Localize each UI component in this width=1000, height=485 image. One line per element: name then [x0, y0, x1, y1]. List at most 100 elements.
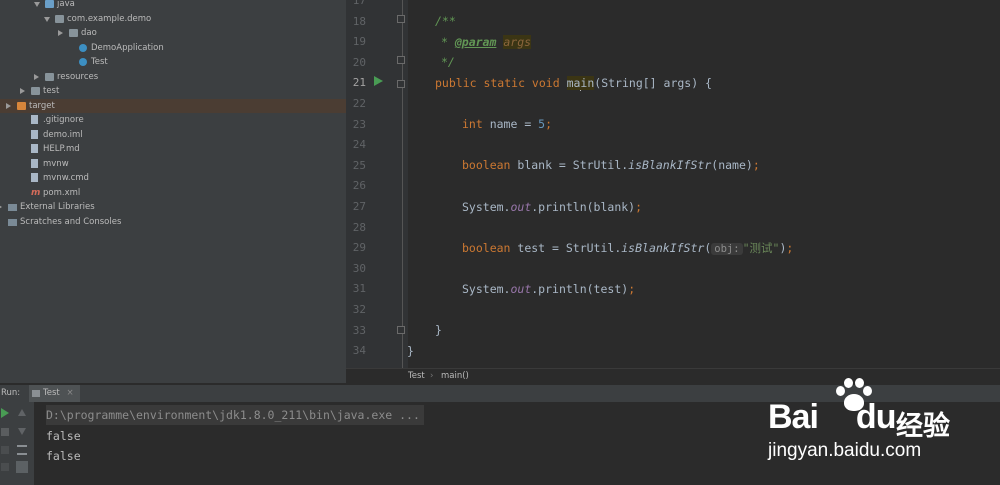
tree-item-external-libraries[interactable]: External Libraries [0, 200, 346, 214]
lib-icon [8, 218, 17, 226]
line-number: 33 [352, 323, 366, 337]
line-number: 22 [352, 97, 366, 110]
chevron-right-icon[interactable] [6, 102, 11, 109]
watermark-url: jingyan.baidu.com [768, 440, 922, 461]
line-number: 26 [352, 179, 366, 193]
line-number: 25 [352, 158, 366, 172]
tree-item-pom-xml[interactable]: m pom.xml [0, 186, 346, 200]
fold-marker-method-start[interactable] [397, 80, 405, 88]
cls-icon [79, 58, 87, 66]
file-icon [31, 173, 38, 182]
code-line-27: System.out.println(blank); [462, 200, 643, 214]
tree-item-label: demo.iml [43, 129, 83, 140]
line-number: 29 [352, 241, 366, 255]
scroll-to-end-icon[interactable] [16, 461, 28, 473]
mvn-icon: m [31, 187, 41, 198]
tree-item-resources[interactable]: resources [0, 70, 346, 84]
code-line-20: */ [441, 55, 455, 69]
tree-item-label: mvnw.cmd [43, 173, 89, 183]
code-line-34: } [407, 344, 414, 358]
chevron-right-icon[interactable] [0, 204, 2, 210]
file-icon [31, 129, 38, 139]
breadcrumb-separator-icon: › [430, 371, 434, 381]
console-line: false [46, 429, 81, 443]
tree-item-label: pom.xml [43, 187, 81, 198]
project-tree: java com.example.demo dao DemoApplication Te… [0, 0, 346, 383]
tree-item-java[interactable]: java [0, 0, 346, 11]
fold-marker-doc-start[interactable] [397, 15, 405, 23]
folder-icon [31, 87, 40, 95]
breadcrumb-class[interactable]: Test [408, 369, 425, 384]
tree-item-label: DemoApplication [91, 42, 164, 53]
pkg-icon [55, 14, 64, 23]
tree-item-com-example-demo[interactable]: com.example.demo [0, 12, 346, 26]
line-number: 17 [352, 0, 366, 7]
close-icon[interactable]: × [66, 388, 73, 398]
breadcrumb-method[interactable]: main() [441, 369, 469, 384]
tree-item-label: .gitignore [43, 115, 84, 125]
tree-item-label: External Libraries [20, 202, 95, 212]
baidu-jingyan-watermark: Bai du 经验 jingyan.baidu.com [768, 376, 1000, 485]
line-number: 30 [352, 261, 366, 275]
run-panel-label: Run: [1, 388, 21, 398]
run-config-icon [32, 390, 40, 397]
run-tab-test[interactable]: Test × [29, 385, 80, 402]
line-number: 27 [352, 200, 366, 213]
file-icon [31, 144, 38, 153]
line-number: 24 [352, 138, 366, 152]
tree-item-label: dao [81, 28, 97, 38]
code-line-25: boolean blank = StrUtil.isBlankIfStr(nam… [462, 158, 760, 172]
code-line-33: } [435, 323, 442, 337]
tree-item-label: test [43, 86, 60, 96]
folder-orange-icon [17, 101, 26, 110]
tree-item-help-md[interactable]: HELP.md [0, 142, 346, 156]
code-editor[interactable]: /** * @param args */ public static void … [407, 0, 1000, 368]
lib-icon [8, 204, 17, 211]
tree-item-demoapplication[interactable]: DemoApplication [0, 41, 346, 55]
tree-item-target[interactable]: target [0, 98, 346, 113]
arrow-up-icon[interactable] [18, 409, 26, 416]
tree-item-label: resources [57, 71, 99, 82]
code-line-31: System.out.println(test); [462, 282, 636, 296]
soft-wrap-icon[interactable] [17, 445, 27, 455]
line-number: 34 [352, 344, 366, 358]
restore-layout-icon[interactable] [1, 463, 9, 471]
tree-item-gitignore[interactable]: .gitignore [0, 113, 346, 127]
pkg-icon [69, 29, 78, 37]
file-icon [31, 158, 38, 168]
console-command-line: D:\programme\environment\jdk1.8.0_211\bi… [46, 405, 424, 425]
file-icon [31, 115, 38, 124]
code-line-18: /** [435, 14, 456, 28]
tree-item-scratches-and-consoles[interactable]: Scratches and Consoles [0, 215, 346, 229]
line-number: 18 [352, 14, 366, 28]
code-line-23: int name = 5; [462, 117, 553, 131]
tree-item-label: java [57, 0, 75, 9]
chevron-right-icon[interactable] [20, 88, 25, 94]
stop-icon[interactable] [1, 428, 9, 436]
cls-icon [79, 43, 87, 52]
tree-item-test[interactable]: test [0, 84, 346, 98]
line-number: 32 [352, 303, 366, 316]
arrow-down-icon[interactable] [18, 428, 26, 435]
rerun-icon[interactable] [1, 408, 9, 418]
folder-blue-icon [45, 0, 54, 8]
chevron-right-icon[interactable] [58, 30, 63, 36]
tree-item-mvnw-cmd[interactable]: mvnw.cmd [0, 171, 346, 185]
line-number: 28 [352, 220, 366, 234]
tree-item-test[interactable]: Test [0, 55, 346, 69]
tree-item-mvnw[interactable]: mvnw [0, 157, 346, 171]
tree-item-dao[interactable]: dao [0, 26, 346, 40]
fold-marker-method-end[interactable] [397, 326, 405, 334]
tree-item-label: Scratches and Consoles [20, 216, 122, 227]
chevron-down-icon[interactable] [44, 16, 50, 22]
chevron-right-icon[interactable] [34, 73, 39, 80]
tree-item-demo-iml[interactable]: demo.iml [0, 128, 346, 142]
folder-icon [45, 72, 54, 81]
run-gutter-icon[interactable] [374, 76, 383, 86]
watermark-logo-text: Bai du [768, 398, 896, 436]
fold-marker-doc-end[interactable] [397, 56, 405, 64]
camera-icon[interactable] [1, 446, 9, 454]
code-line-21: public static void main(String[] args) { [435, 76, 712, 91]
tree-item-label: Test [91, 57, 108, 67]
chevron-down-icon[interactable] [34, 2, 40, 7]
